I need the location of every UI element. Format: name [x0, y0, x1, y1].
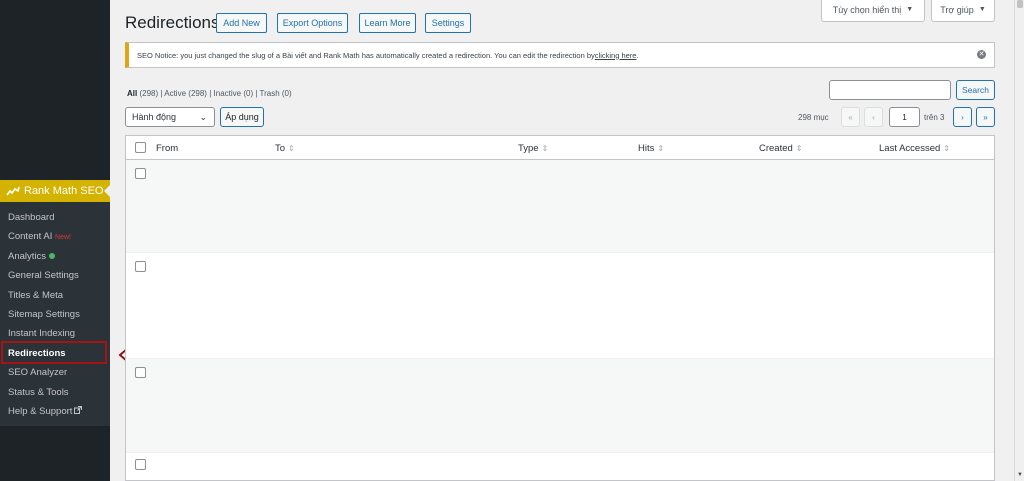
clicking-here-link[interactable]: clicking here: [595, 51, 637, 60]
column-label: Last Accessed: [879, 143, 941, 154]
sidebar-item-status-tools[interactable]: Status & Tools: [0, 383, 110, 402]
row-checkbox[interactable]: [135, 367, 146, 378]
sidebar-item-label: Help & Support: [8, 405, 73, 417]
sidebar-item-analytics[interactable]: Analytics: [0, 247, 110, 266]
filter-inactive[interactable]: Inactive (0): [214, 89, 254, 98]
sidebar-item-dashboard[interactable]: Dashboard: [0, 208, 110, 227]
filter-active-count: (298): [188, 89, 207, 98]
filter-trash-count: (0): [281, 89, 292, 98]
scroll-down-arrow-icon[interactable]: ▼: [1017, 472, 1023, 478]
sort-icon: ⇕: [288, 144, 295, 153]
page-title: Redirections: [125, 13, 220, 32]
rank-math-submenu: Dashboard Content AI New! Analytics Gene…: [0, 202, 110, 426]
filter-all-count: (298): [139, 89, 159, 98]
first-page-button[interactable]: «: [841, 107, 860, 127]
next-page-button[interactable]: ›: [953, 107, 972, 127]
filter-trash-label: Trash: [259, 89, 280, 98]
sidebar-item-seo-analyzer[interactable]: SEO Analyzer: [0, 363, 110, 382]
table-row: [126, 253, 994, 359]
table-row: [126, 359, 994, 453]
caret-down-icon: ▼: [906, 6, 914, 13]
column-created[interactable]: Created ⇕: [759, 143, 803, 154]
filter-active-label: Active: [164, 89, 187, 98]
search-input[interactable]: [829, 80, 951, 100]
separator: |: [255, 89, 258, 98]
column-label: To: [275, 143, 286, 154]
sidebar-item-titles-meta[interactable]: Titles & Meta: [0, 286, 110, 305]
status-filters: All (298) | Active (298) | Inactive (0) …: [127, 89, 292, 98]
column-type[interactable]: Type ⇕: [518, 143, 548, 154]
current-page-input[interactable]: 1: [889, 107, 920, 127]
sidebar-item-label: Analytics: [8, 250, 47, 262]
help-label: Trợ giúp: [940, 4, 974, 15]
scrollbar-thumb[interactable]: [1017, 0, 1023, 8]
learn-more-button[interactable]: Learn More: [359, 13, 416, 33]
admin-sidebar: Rank Math SEO Dashboard Content AI New! …: [0, 0, 110, 481]
status-dot-icon: [49, 253, 56, 260]
column-hits[interactable]: Hits ⇕: [638, 143, 664, 154]
sidebar-item-help-support[interactable]: Help & Support: [0, 402, 110, 421]
table-header: From To ⇕ Type ⇕ Hits ⇕ Created ⇕ Last Acces…: [126, 136, 994, 160]
sidebar-item-sitemap-settings[interactable]: Sitemap Settings: [0, 305, 110, 324]
items-count: 298 mục: [798, 113, 829, 122]
sidebar-item-content-ai[interactable]: Content AI New!: [0, 227, 110, 246]
page-scrollbar[interactable]: ▼: [1014, 0, 1024, 481]
screen-options-label: Tùy chọn hiển thị: [832, 4, 902, 15]
main-content: Redirections Add New Export Options Lear…: [110, 0, 1014, 481]
bulk-action-value: Hành động: [132, 112, 177, 122]
filter-active[interactable]: Active (298): [164, 89, 207, 98]
sort-icon: ⇕: [943, 144, 950, 153]
apply-button[interactable]: Áp dụng: [220, 107, 264, 127]
sort-icon: ⇕: [541, 144, 549, 153]
column-label: Type: [518, 143, 539, 154]
screen-options-button[interactable]: Tùy chọn hiển thị ▼: [821, 0, 925, 22]
table-row: [126, 160, 994, 253]
column-label: Hits: [638, 143, 655, 154]
help-button[interactable]: Trợ giúp ▼: [931, 0, 995, 22]
sort-icon: ⇕: [657, 144, 665, 153]
chevron-down-icon: ⌄: [199, 112, 207, 122]
settings-button[interactable]: Settings: [425, 13, 471, 33]
row-checkbox[interactable]: [135, 168, 146, 179]
filter-all-label: All: [127, 89, 138, 98]
separator: |: [209, 89, 212, 98]
rank-math-menu-label: Rank Math SEO: [24, 185, 104, 197]
separator: |: [160, 89, 163, 98]
bulk-action-select[interactable]: Hành động ⌄: [125, 107, 215, 127]
caret-down-icon: ▼: [978, 6, 986, 13]
external-link-icon: [74, 405, 83, 414]
rank-math-logo-icon: [6, 186, 20, 196]
redirections-highlight-box: [1, 341, 107, 364]
filter-inactive-count: (0): [243, 89, 254, 98]
notice-text: SEO Notice: you just changed the slug of…: [137, 50, 595, 60]
select-all-checkbox[interactable]: [135, 142, 146, 153]
prev-page-button[interactable]: ‹: [864, 107, 883, 127]
column-from[interactable]: From: [156, 143, 178, 154]
filter-inactive-label: Inactive: [213, 89, 242, 98]
notice-end: .: [636, 50, 639, 60]
sidebar-item-label: Content AI: [8, 231, 53, 243]
rank-math-menu-header[interactable]: Rank Math SEO: [0, 180, 110, 202]
total-pages-text: trên 3: [924, 113, 945, 122]
new-badge: New!: [55, 234, 71, 242]
filter-trash[interactable]: Trash (0): [260, 89, 292, 98]
export-options-button[interactable]: Export Options: [277, 13, 348, 33]
column-label: Created: [759, 143, 793, 154]
row-checkbox[interactable]: [135, 261, 146, 272]
table-row: [126, 453, 994, 480]
redirections-table: From To ⇕ Type ⇕ Hits ⇕ Created ⇕ Last Acces…: [125, 135, 995, 481]
last-page-button[interactable]: »: [976, 107, 995, 127]
column-last-accessed[interactable]: Last Accessed ⇕: [879, 143, 950, 154]
row-checkbox[interactable]: [135, 459, 146, 470]
add-new-button[interactable]: Add New: [216, 13, 267, 33]
column-label: From: [156, 143, 179, 154]
sort-icon: ⇕: [795, 144, 803, 153]
seo-notice: SEO Notice: you just changed the slug of…: [125, 42, 995, 68]
sidebar-item-general-settings[interactable]: General Settings: [0, 266, 110, 285]
search-button[interactable]: Search: [956, 80, 995, 100]
column-to[interactable]: To ⇕: [275, 143, 295, 154]
filter-all[interactable]: All: [127, 89, 137, 98]
close-icon[interactable]: ✕: [977, 50, 986, 59]
